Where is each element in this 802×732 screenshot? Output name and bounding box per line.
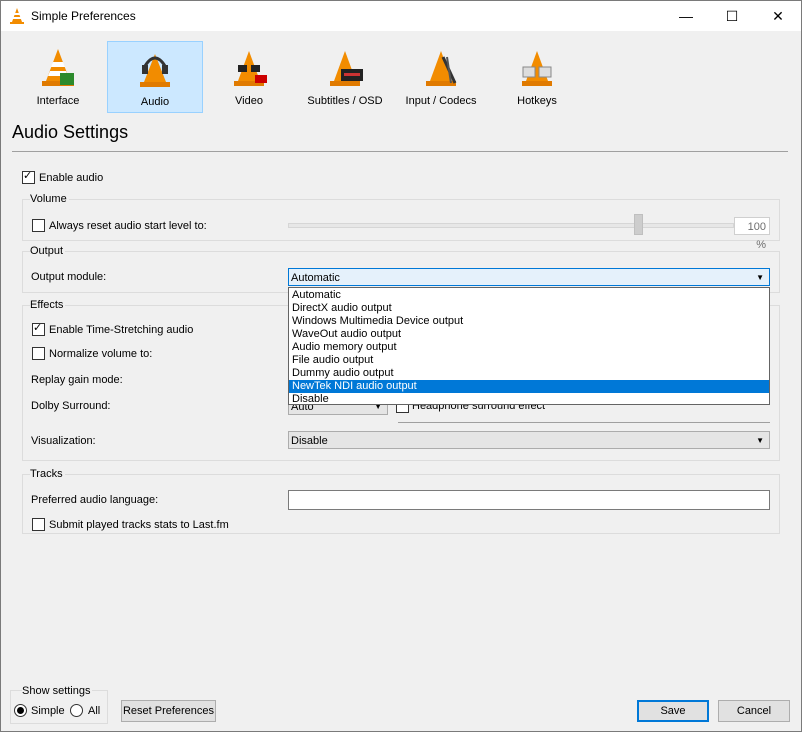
volume-level-spinbox[interactable]: 100 % xyxy=(734,217,770,251)
tab-hotkeys[interactable]: Hotkeys xyxy=(490,41,584,111)
audio-cone-headphones-icon xyxy=(140,54,170,87)
title-divider xyxy=(12,151,788,152)
tab-subtitles-osd[interactable]: Subtitles / OSD xyxy=(298,41,392,111)
tab-hotkeys-label: Hotkeys xyxy=(517,95,557,107)
dropdown-option[interactable]: DirectX audio output xyxy=(289,302,769,315)
visualization-combo[interactable]: Disable ▼ xyxy=(288,431,770,449)
vlc-cone-icon xyxy=(10,8,24,24)
tab-input-label: Input / Codecs xyxy=(405,95,477,107)
time-stretch-label: Enable Time-Stretching audio xyxy=(49,324,194,336)
dropdown-option[interactable]: Dummy audio output xyxy=(289,367,769,380)
dropdown-option-highlighted[interactable]: NewTek NDI audio output xyxy=(289,380,769,393)
title-bar: Simple Preferences — ☐ ✕ xyxy=(1,1,801,31)
output-module-dropdown-list[interactable]: Automatic DirectX audio output Windows M… xyxy=(288,287,770,405)
volume-slider-thumb[interactable] xyxy=(634,214,643,235)
normalize-label: Normalize volume to: xyxy=(49,348,153,360)
hotkeys-cone-icon xyxy=(522,51,552,86)
output-group-title: Output xyxy=(30,245,66,257)
video-cone-glasses-icon xyxy=(234,51,267,86)
replay-gain-label: Replay gain mode: xyxy=(31,374,123,386)
maximize-button[interactable]: ☐ xyxy=(709,1,755,31)
all-label: All xyxy=(88,705,101,717)
tab-interface[interactable]: Interface xyxy=(10,41,106,111)
volume-group-title: Volume xyxy=(30,193,69,205)
tab-audio-label: Audio xyxy=(140,96,170,108)
output-module-label: Output module: xyxy=(31,271,107,283)
tab-video[interactable]: Video xyxy=(202,41,296,111)
visualization-label: Visualization: xyxy=(31,435,96,447)
lastfm-label: Submit played tracks stats to Last.fm xyxy=(49,519,229,531)
normalize-checkbox[interactable] xyxy=(32,347,45,360)
save-button[interactable]: Save xyxy=(637,700,709,722)
dropdown-option[interactable]: Audio memory output xyxy=(289,341,769,354)
visualization-value: Disable xyxy=(291,435,328,447)
show-settings-title: Show settings xyxy=(22,685,93,697)
tab-subtitles-label: Subtitles / OSD xyxy=(307,95,383,107)
lastfm-checkbox[interactable] xyxy=(32,518,45,531)
interface-cone-icon xyxy=(42,49,74,86)
reset-volume-label: Always reset audio start level to: xyxy=(49,220,207,232)
volume-slider-track[interactable] xyxy=(288,223,734,228)
dropdown-option[interactable]: Windows Multimedia Device output xyxy=(289,315,769,328)
chevron-down-icon: ▼ xyxy=(756,273,764,282)
dropdown-option[interactable]: Disable xyxy=(289,393,769,406)
time-stretch-checkbox[interactable] xyxy=(32,321,45,336)
enable-audio-label: Enable audio xyxy=(39,172,104,184)
cancel-button[interactable]: Cancel xyxy=(718,700,790,722)
tab-interface-label: Interface xyxy=(36,95,80,107)
chevron-down-icon: ▼ xyxy=(756,436,764,445)
input-codecs-cone-icon xyxy=(426,51,457,86)
reset-preferences-button[interactable]: Reset Preferences xyxy=(121,700,216,722)
reset-volume-checkbox[interactable] xyxy=(32,219,45,232)
effects-group-title: Effects xyxy=(30,299,66,311)
tab-audio[interactable]: Audio xyxy=(107,41,203,113)
dropdown-option[interactable]: Automatic xyxy=(289,289,769,302)
subtitles-cone-icon xyxy=(330,51,363,86)
simple-radio[interactable] xyxy=(14,704,27,717)
tab-video-label: Video xyxy=(235,95,263,107)
audio-language-label: Preferred audio language: xyxy=(31,494,159,506)
close-button[interactable]: ✕ xyxy=(755,1,801,31)
audio-language-input[interactable] xyxy=(288,490,770,510)
tracks-group-title: Tracks xyxy=(30,468,65,480)
tab-input-codecs[interactable]: Input / Codecs xyxy=(394,41,488,111)
enable-audio-checkbox[interactable] xyxy=(22,169,35,184)
dropdown-option[interactable]: File audio output xyxy=(289,354,769,367)
all-radio[interactable] xyxy=(70,704,83,717)
output-module-value: Automatic xyxy=(291,272,340,284)
dropdown-option[interactable]: WaveOut audio output xyxy=(289,328,769,341)
output-module-combo[interactable]: Automatic ▼ xyxy=(288,268,770,286)
simple-label: Simple xyxy=(31,705,65,717)
minimize-button[interactable]: — xyxy=(663,1,709,31)
effects-divider xyxy=(398,422,770,423)
window-title: Simple Preferences xyxy=(31,9,136,23)
dolby-label: Dolby Surround: xyxy=(31,400,111,412)
page-title: Audio Settings xyxy=(12,122,129,142)
